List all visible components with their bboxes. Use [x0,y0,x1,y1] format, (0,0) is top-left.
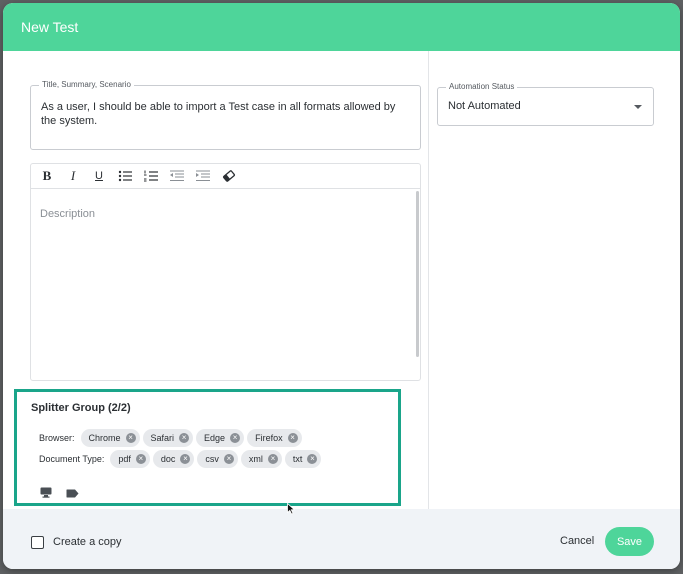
chip-label: Firefox [255,433,283,443]
bold-icon[interactable]: B [37,168,57,185]
title-field-label: Title, Summary, Scenario [39,79,134,91]
modal-header: New Test [3,3,680,51]
new-test-modal: New Test Title, Summary, Scenario As a u… [3,3,680,569]
browser-row: Browser: Chrome × Safari × Edge × Firefox × [39,429,305,447]
chip-chrome: Chrome × [80,429,140,447]
remove-icon[interactable]: × [179,433,190,443]
editor-scrollbar[interactable] [416,191,419,357]
tag-icon[interactable] [66,485,79,503]
chip-label: Edge [204,433,226,443]
automation-status-value[interactable]: Not Automated [448,100,521,112]
chip-edge: Edge × [196,429,245,447]
chip-label: Safari [150,433,175,443]
document-type-row: Document Type: pdf × doc × csv × xml × txt × [39,450,324,468]
document-type-label: Document Type: [39,454,105,464]
chip-pdf: pdf × [110,450,150,468]
eraser-icon[interactable] [219,168,239,185]
splitter-group-title: Splitter Group (2/2) [31,402,131,414]
chip-label: doc [160,454,176,464]
chip-xml: xml × [240,450,282,468]
column-divider [428,51,429,509]
outdent-icon[interactable] [167,168,187,185]
monitor-icon[interactable] [40,485,52,503]
indent-icon[interactable] [193,168,213,185]
remove-icon[interactable]: × [125,433,136,443]
remove-icon[interactable]: × [307,454,318,464]
chip-doc: doc × [152,450,195,468]
chip-label: Chrome [88,433,121,443]
splitter-icons [40,485,93,503]
chip-csv: csv × [197,450,238,468]
chip-txt: txt × [284,450,322,468]
title-field-value[interactable]: As a user, I should be able to import a … [41,100,413,128]
title-field[interactable]: Title, Summary, Scenario As a user, I sh… [30,79,421,150]
modal-title: New Test [21,19,79,35]
chip-firefox: Firefox × [247,429,302,447]
description-editor[interactable]: B I U Description [30,163,421,381]
remove-icon[interactable]: × [223,454,234,464]
description-placeholder[interactable]: Description [40,208,95,220]
cancel-button[interactable]: Cancel [560,535,594,547]
remove-icon[interactable]: × [230,433,241,443]
remove-icon[interactable]: × [267,454,278,464]
chip-label: pdf [118,454,131,464]
create-copy-label[interactable]: Create a copy [53,536,121,548]
chip-label: xml [248,454,263,464]
remove-icon[interactable]: × [135,454,146,464]
create-copy-checkbox[interactable] [31,536,44,549]
save-button[interactable]: Save [605,527,654,556]
remove-icon[interactable]: × [287,433,298,443]
chip-label: txt [292,454,303,464]
chip-label: csv [205,454,219,464]
automation-status-label: Automation Status [446,81,518,93]
underline-icon[interactable]: U [89,168,109,185]
browser-label: Browser: [39,433,75,443]
splitter-group: Splitter Group (2/2) Browser: Chrome × Sa… [14,389,401,506]
remove-icon[interactable]: × [180,454,191,464]
editor-toolbar: B I U [31,164,420,189]
chip-safari: Safari × [142,429,194,447]
numbered-list-icon[interactable] [141,168,161,185]
modal-footer: Create a copy Cancel Save [3,509,680,569]
bulleted-list-icon[interactable] [115,168,135,185]
italic-icon[interactable]: I [63,168,83,185]
chevron-down-icon[interactable] [634,105,642,109]
automation-status-select[interactable]: Automation Status Not Automated [437,81,654,126]
mouse-pointer-icon [287,502,296,520]
